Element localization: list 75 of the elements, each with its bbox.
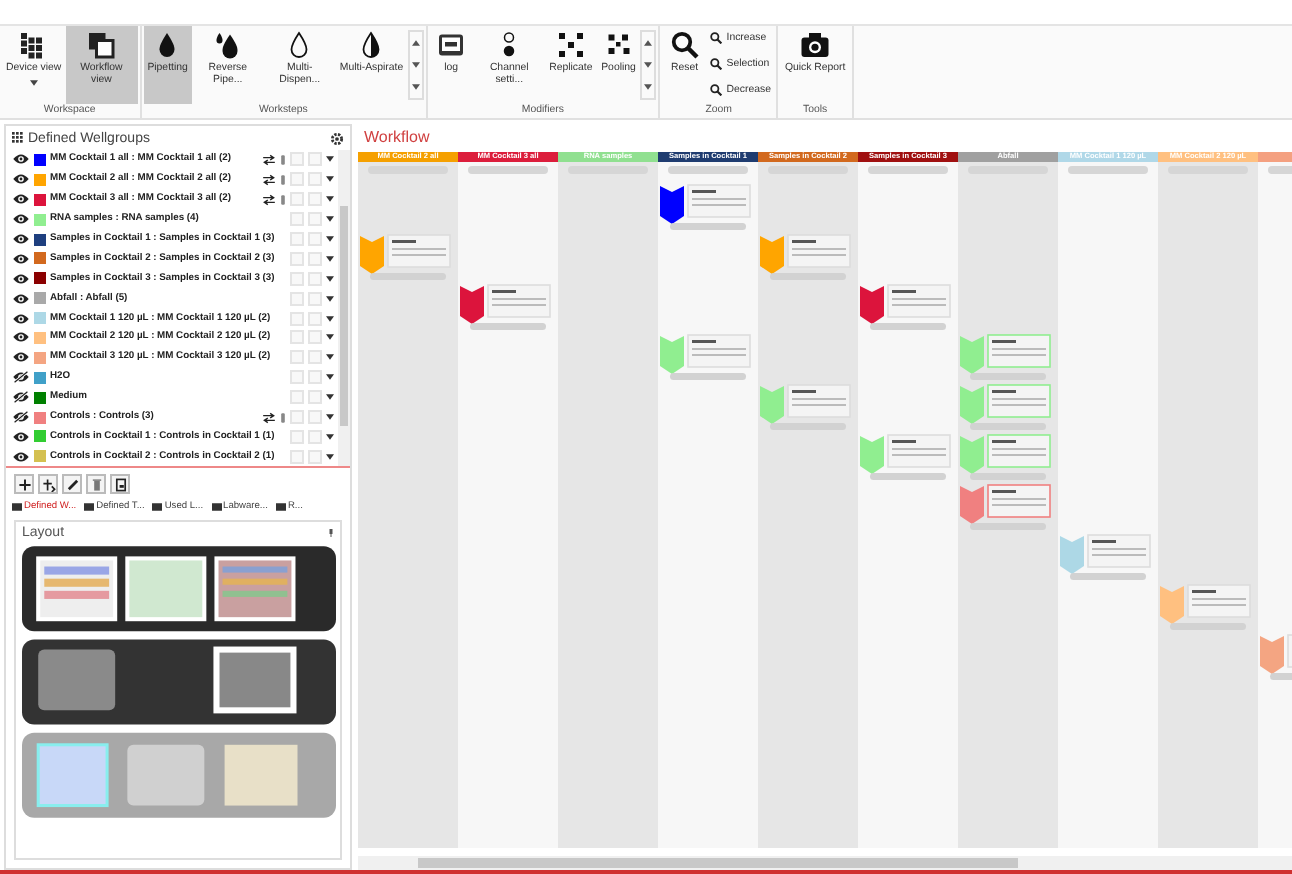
dropdown-arrow-icon[interactable] — [326, 334, 334, 341]
eye-icon[interactable] — [12, 330, 30, 345]
tab-icon — [275, 502, 286, 513]
eye-icon[interactable] — [12, 410, 30, 425]
eye-icon[interactable] — [12, 271, 30, 286]
dropdown-arrow-icon[interactable] — [326, 453, 334, 460]
dropdown-arrow-icon[interactable] — [326, 394, 334, 401]
workflow-icon — [86, 30, 117, 60]
edit-button[interactable] — [62, 474, 82, 495]
tab-icon — [211, 502, 222, 513]
dropdown-arrow-icon[interactable] — [326, 433, 334, 440]
log-icon — [436, 30, 467, 60]
delete-button[interactable] — [86, 474, 106, 495]
eye-icon[interactable] — [12, 350, 30, 365]
deck-layout-drawing[interactable] — [21, 546, 335, 821]
plus-arrow-icon — [41, 477, 55, 492]
eye-icon[interactable] — [12, 172, 30, 187]
dropdown-arrow-icon[interactable] — [326, 374, 334, 381]
zoom-icon — [710, 32, 723, 45]
add-button[interactable] — [14, 474, 34, 495]
eye-icon[interactable] — [12, 152, 30, 167]
eye-icon[interactable] — [12, 192, 30, 207]
source-placeholder-bar[interactable] — [468, 166, 548, 174]
zoom-icon — [710, 84, 723, 97]
tab-icon — [12, 502, 22, 513]
dropdown-arrow-icon[interactable] — [326, 176, 334, 183]
pooling-icon — [603, 30, 634, 60]
swap-arrows-icon[interactable] — [262, 193, 276, 206]
dropdown-arrow-icon[interactable] — [326, 196, 334, 203]
eye-icon[interactable] — [12, 370, 30, 385]
dropdown-arrow-icon[interactable] — [326, 354, 334, 361]
dropdown-arrow-icon[interactable] — [326, 236, 334, 242]
eye-icon[interactable] — [12, 291, 30, 306]
tab-icon — [84, 502, 95, 513]
dropdown-arrow-icon[interactable] — [326, 295, 334, 302]
caret-icon — [29, 79, 38, 86]
eye-icon[interactable] — [12, 390, 30, 405]
camera-icon — [800, 30, 831, 60]
eye-icon[interactable] — [12, 232, 30, 246]
dropdown-arrow-icon[interactable] — [326, 414, 334, 421]
add-sub-button[interactable] — [38, 474, 58, 495]
trash-icon — [89, 477, 103, 492]
eye-icon[interactable] — [12, 311, 30, 326]
export-button[interactable] — [110, 474, 130, 495]
scrollbar[interactable] — [358, 856, 1292, 870]
dropdown-arrow-icon[interactable] — [326, 156, 334, 163]
workflow-title: Workflow — [362, 126, 432, 150]
eye-icon[interactable] — [12, 429, 30, 444]
dropdown-arrow-icon[interactable] — [326, 255, 334, 262]
settings-icon[interactable] — [330, 131, 344, 145]
dropdown-arrow-icon[interactable] — [326, 275, 334, 282]
swap-arrows-icon[interactable] — [262, 153, 276, 166]
gallery-scroll-buttons[interactable] — [640, 30, 657, 100]
document-icon — [113, 477, 127, 492]
gallery-scroll-buttons[interactable] — [407, 30, 424, 100]
plus-icon — [17, 477, 31, 492]
dropdown-arrow-icon[interactable] — [326, 315, 334, 322]
drops-icon — [212, 30, 243, 60]
eye-icon[interactable] — [12, 251, 30, 266]
scrollbar[interactable] — [338, 150, 350, 467]
zoom-icon — [710, 58, 723, 71]
swap-arrows-icon[interactable] — [262, 173, 276, 186]
source-placeholder-bar[interactable] — [868, 166, 948, 174]
source-placeholder-bar[interactable] — [1068, 166, 1148, 174]
eye-icon[interactable] — [12, 449, 30, 464]
tube-icon — [280, 411, 286, 424]
pin-icon[interactable] — [328, 528, 334, 539]
tab-icon — [152, 502, 163, 513]
swap-arrows-icon[interactable] — [262, 411, 276, 424]
magnifier-icon — [669, 30, 700, 60]
grid-icon — [12, 132, 24, 144]
pencil-icon — [65, 477, 79, 492]
replicate-icon — [555, 30, 586, 60]
eye-icon[interactable] — [12, 212, 30, 227]
dropdown-arrow-icon[interactable] — [326, 216, 334, 223]
